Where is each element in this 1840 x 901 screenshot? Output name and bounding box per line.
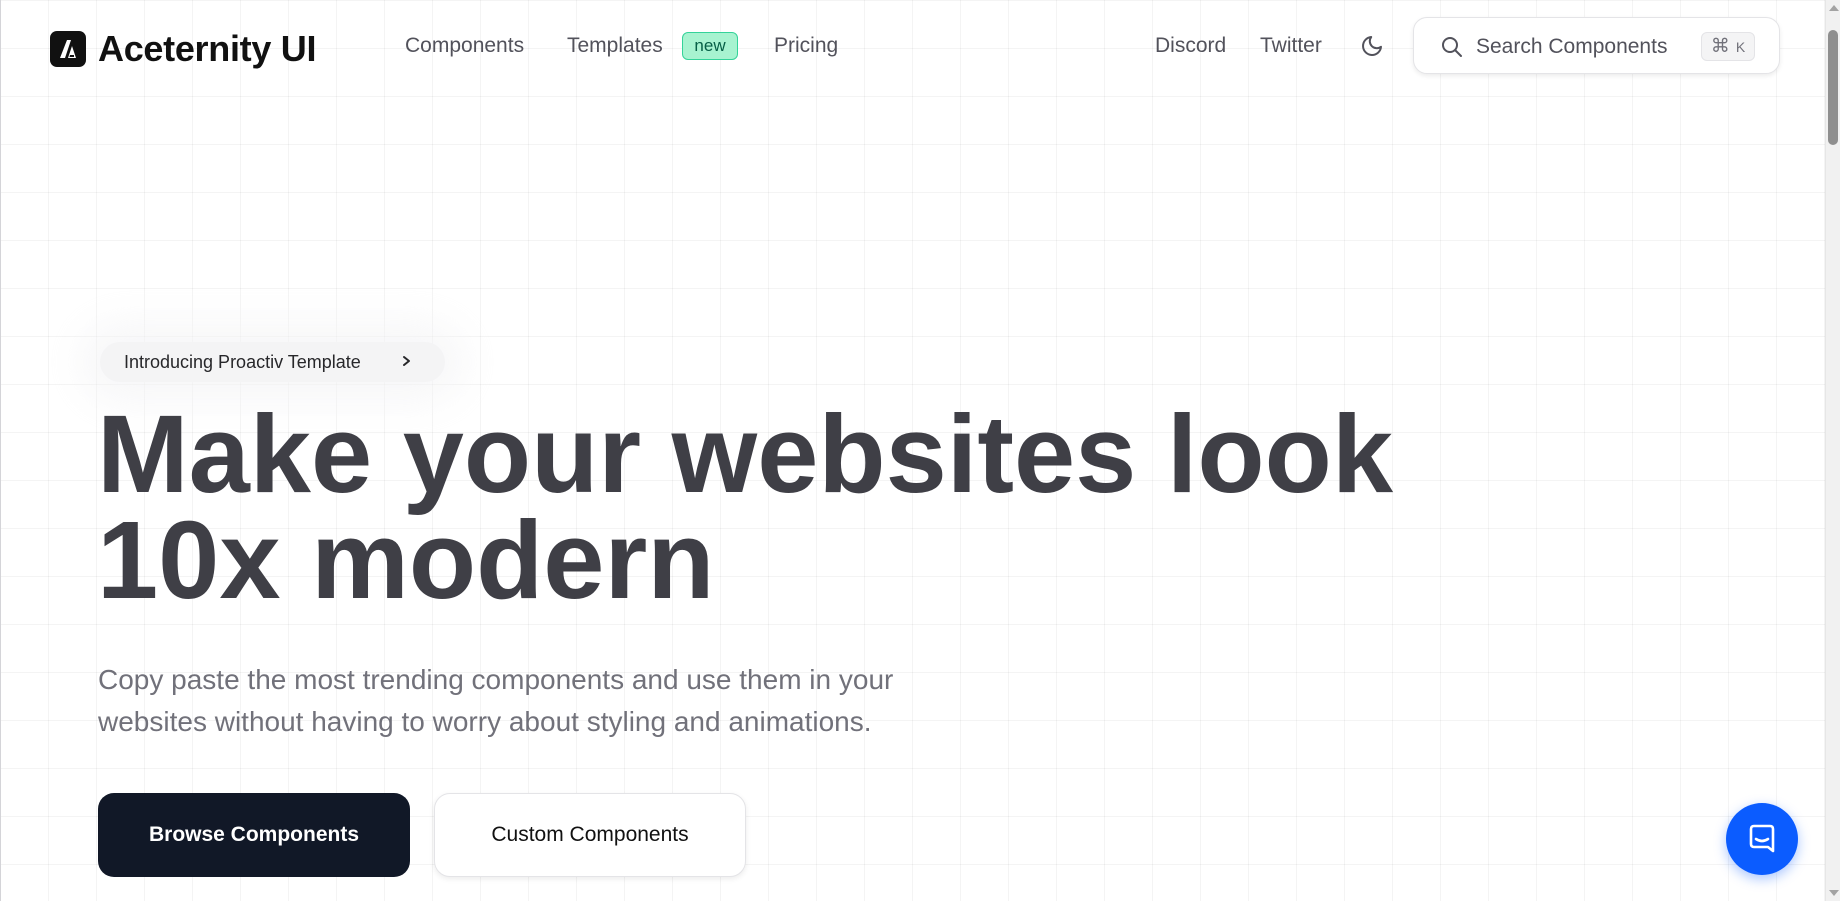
search-components-button[interactable]: Search Components ⌘ K [1413,17,1780,74]
nav-link-discord[interactable]: Discord [1155,34,1226,58]
scroll-down-arrow-icon[interactable] [1829,890,1839,896]
aceternity-logo-icon [50,31,86,67]
scrollbar-thumb[interactable] [1828,30,1838,145]
navbar: Aceternity UI Components Templates new P… [0,0,1825,92]
nav-link-twitter[interactable]: Twitter [1260,34,1322,58]
hero-title: Make your websites look 10x modern [97,393,1597,622]
scroll-up-arrow-icon[interactable] [1829,5,1839,11]
shortcut-key: K [1735,38,1746,55]
hero-title-line-2: 10x modern [97,499,715,622]
brand-logo-link[interactable]: Aceternity UI [50,28,316,70]
custom-components-button[interactable]: Custom Components [434,793,746,877]
chevron-right-icon [400,351,414,376]
nav-link-pricing[interactable]: Pricing [774,34,838,58]
hero-subtitle-line-1: Copy paste the most trending components … [98,664,894,695]
window-edge [0,0,1,901]
hero-subtitle: Copy paste the most trending components … [98,659,1098,743]
chat-bubble-icon [1749,824,1775,853]
page-scrollbar[interactable] [1825,0,1840,901]
announcement-pill[interactable]: Introducing Proactiv Template [100,342,445,382]
nav-link-components[interactable]: Components [405,34,524,58]
search-icon [1442,37,1462,57]
nav-link-templates[interactable]: Templates [567,34,663,58]
chat-launcher-button[interactable] [1726,803,1798,875]
announcement-text: Introducing Proactiv Template [124,352,361,372]
moon-icon [1362,36,1382,56]
page: Aceternity UI Components Templates new P… [0,0,1840,901]
keyboard-shortcut-hint: ⌘ K [1701,32,1755,61]
hero-subtitle-line-2: websites without having to worry about s… [98,706,872,737]
browse-components-button[interactable]: Browse Components [98,793,410,877]
theme-toggle-button[interactable] [1358,32,1386,60]
new-badge: new [682,32,738,60]
command-key-icon: ⌘ [1710,36,1730,57]
brand-name: Aceternity UI [98,28,317,69]
hero-title-line-1: Make your websites look [97,393,1393,516]
search-placeholder: Search Components [1476,35,1668,58]
